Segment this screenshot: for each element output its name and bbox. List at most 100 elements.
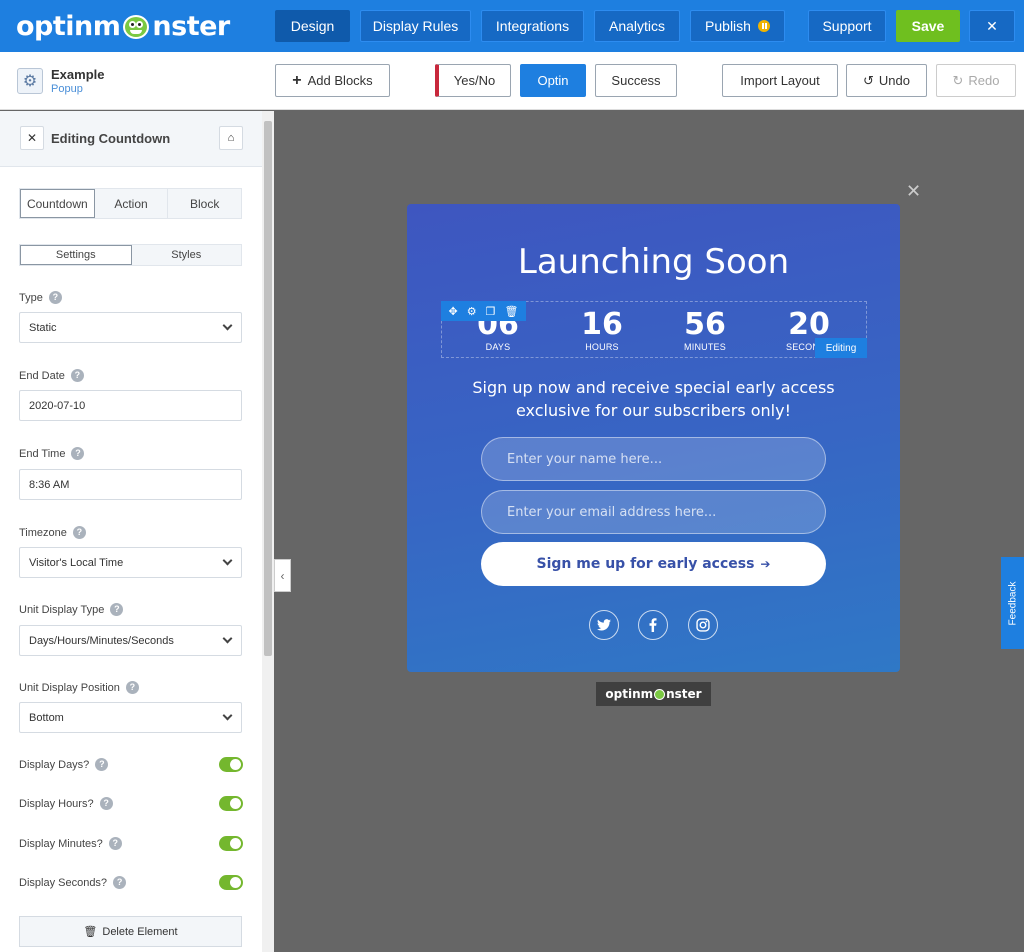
help-icon[interactable]: ? [110, 603, 124, 616]
end-date-label: End Date? [19, 369, 84, 382]
plus-icon: + [292, 71, 302, 89]
facebook-icon[interactable] [638, 610, 668, 640]
undo-button[interactable]: ↺ Undo [846, 64, 927, 97]
top-navigation-bar: optinm nster Design Display Rules Integr… [0, 0, 1024, 52]
success-view-button[interactable]: Success [595, 64, 677, 97]
editing-badge: Editing [815, 338, 867, 358]
help-icon[interactable]: ? [70, 369, 84, 382]
element-edit-toolbar: ✥ ⚙ ❐ 🗑 [441, 301, 526, 321]
trash-icon[interactable]: 🗑 [505, 305, 519, 318]
arrow-right-icon: ➔ [760, 557, 771, 571]
feedback-tab[interactable]: Feedback [1001, 557, 1024, 649]
countdown-element[interactable]: 06 DAYS 16 HOURS 56 MINUTES 20 SECONDS ✥… [441, 301, 867, 358]
name-input[interactable]: Enter your name here... [481, 437, 826, 481]
redo-icon: ↻ [952, 72, 964, 88]
twitter-icon[interactable] [589, 610, 619, 640]
tab-block[interactable]: Block [168, 189, 241, 218]
add-blocks-label: Add Blocks [307, 73, 373, 88]
type-select[interactable]: Static [19, 312, 242, 343]
chevron-down-icon [222, 710, 233, 721]
help-icon[interactable]: ? [125, 681, 139, 694]
nav-design-button[interactable]: Design [275, 10, 350, 42]
add-blocks-button[interactable]: + Add Blocks [275, 64, 390, 97]
panel-header: ✕ Editing Countdown ⌂ [0, 111, 262, 167]
chevron-down-icon [222, 320, 233, 331]
save-button[interactable]: Save [896, 10, 960, 42]
signup-button-label: Sign me up for early access [536, 556, 755, 572]
trash-icon: 🗑 [83, 926, 98, 938]
tab-action[interactable]: Action [95, 189, 169, 218]
home-icon[interactable]: ⌂ [219, 126, 243, 150]
popup-close-icon[interactable]: ✕ [906, 181, 921, 202]
gear-icon[interactable]: ⚙ [467, 305, 477, 318]
unit-display-position-select[interactable]: Bottom [19, 702, 242, 733]
panel-scrollbar[interactable] [262, 111, 274, 952]
display-hours-label: Display Hours?? [19, 797, 113, 810]
scrollbar-thumb[interactable] [264, 121, 272, 656]
element-settings-panel: ✕ Editing Countdown ⌂ Countdown Action B… [0, 111, 262, 952]
nav-support-button[interactable]: Support [808, 10, 886, 42]
logo-text-left: optinm [16, 10, 121, 42]
popup-headline[interactable]: Launching Soon [407, 242, 900, 282]
tab-settings[interactable]: Settings [20, 245, 132, 265]
paused-status-icon [757, 20, 770, 32]
help-icon[interactable]: ? [71, 447, 85, 460]
help-icon[interactable]: ? [113, 876, 127, 889]
signup-button[interactable]: Sign me up for early access ➔ [481, 542, 826, 586]
yes-no-view-button[interactable]: Yes/No [435, 64, 511, 97]
email-input[interactable]: Enter your email address here... [481, 490, 826, 534]
close-panel-icon[interactable]: ✕ [20, 126, 44, 150]
help-icon[interactable]: ? [95, 758, 109, 771]
help-icon[interactable]: ? [99, 797, 113, 810]
display-seconds-label: Display Seconds?? [19, 876, 127, 889]
monster-logo-icon [121, 11, 151, 41]
help-icon[interactable]: ? [108, 837, 122, 850]
display-minutes-toggle[interactable] [219, 836, 243, 851]
builder-toolbar: ⚙ Example Popup + Add Blocks Yes/No Opti… [0, 52, 1024, 110]
nav-display-rules-button[interactable]: Display Rules [360, 10, 471, 42]
nav-integrations-button[interactable]: Integrations [481, 10, 584, 42]
import-layout-button[interactable]: Import Layout [722, 64, 838, 97]
help-icon[interactable]: ? [48, 291, 62, 304]
chevron-down-icon [222, 633, 233, 644]
optinmonster-logo[interactable]: optinm nster [16, 9, 230, 43]
countdown-hours: 16 HOURS [581, 307, 623, 353]
delete-element-label: Delete Element [102, 925, 178, 938]
timezone-select[interactable]: Visitor's Local Time [19, 547, 242, 578]
type-label: Type? [19, 291, 62, 304]
duplicate-icon[interactable]: ❐ [486, 305, 496, 318]
redo-label: Redo [968, 73, 1000, 88]
instagram-icon[interactable] [688, 610, 718, 640]
countdown-minutes: 56 MINUTES [684, 307, 726, 353]
panel-title: Editing Countdown [51, 131, 171, 146]
nav-analytics-button[interactable]: Analytics [594, 10, 680, 42]
end-date-input[interactable]: 2020-07-10 [19, 390, 242, 421]
campaign-settings-gear-icon[interactable]: ⚙ [17, 68, 43, 94]
delete-element-button[interactable]: 🗑 Delete Element [19, 916, 242, 947]
end-time-label: End Time? [19, 447, 85, 460]
panel-sub-tabs: Settings Styles [19, 244, 242, 266]
nav-publish-button[interactable]: Publish [690, 10, 785, 42]
optin-view-button[interactable]: Optin [520, 64, 586, 97]
move-icon[interactable]: ✥ [449, 305, 458, 318]
collapse-panel-chevron-left-icon[interactable]: ‹ [274, 559, 291, 592]
help-icon[interactable]: ? [72, 526, 86, 539]
panel-main-tabs: Countdown Action Block [19, 188, 242, 219]
close-builder-button[interactable]: ✕ [969, 10, 1015, 42]
popup-preview: Launching Soon 06 DAYS 16 HOURS 56 MINUT… [407, 204, 900, 672]
undo-icon: ↺ [863, 72, 874, 88]
unit-display-type-label: Unit Display Type? [19, 603, 124, 616]
tab-countdown[interactable]: Countdown [20, 189, 95, 218]
display-days-label: Display Days?? [19, 758, 109, 771]
popup-subheadline[interactable]: Sign up now and receive special early ac… [457, 376, 850, 422]
chevron-down-icon [222, 555, 233, 566]
tab-styles[interactable]: Styles [132, 245, 242, 265]
display-hours-toggle[interactable] [219, 796, 243, 811]
end-time-input[interactable]: 8:36 AM [19, 469, 242, 500]
powered-by-badge[interactable]: optinm nster [596, 682, 711, 706]
redo-button[interactable]: ↻ Redo [936, 64, 1016, 97]
unit-display-type-select[interactable]: Days/Hours/Minutes/Seconds [19, 625, 242, 656]
display-seconds-toggle[interactable] [219, 875, 243, 890]
display-days-toggle[interactable] [219, 757, 243, 772]
undo-label: Undo [878, 73, 910, 88]
